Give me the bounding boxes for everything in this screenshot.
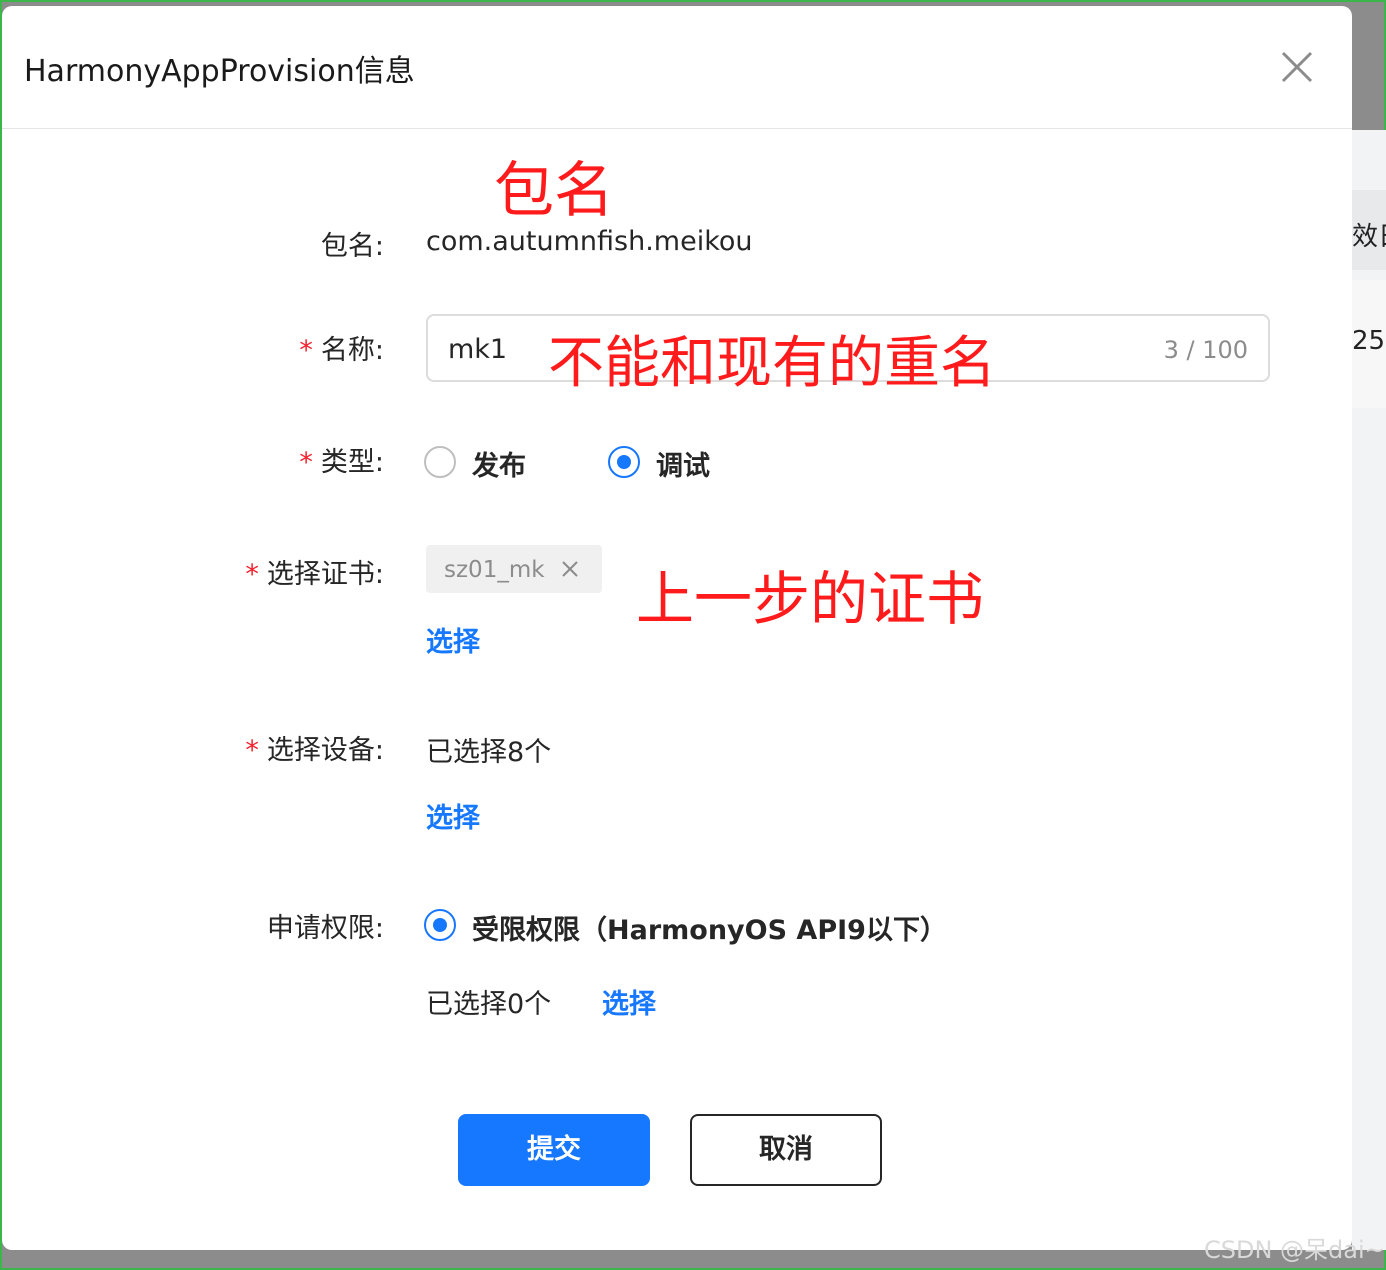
required-mark: * — [299, 447, 313, 478]
submit-button[interactable]: 提交 — [458, 1114, 650, 1186]
required-mark: * — [245, 735, 259, 766]
cancel-button[interactable]: 取消 — [690, 1114, 882, 1186]
required-mark: * — [299, 335, 313, 366]
remove-certificate-button[interactable] — [560, 559, 580, 579]
certificate-tag-text: sz01_mk — [444, 557, 545, 583]
watermark: CSDN @呆dai~ — [1204, 1236, 1385, 1264]
package-label: 包名: — [320, 231, 384, 262]
certificate-label: * 选择证书: — [245, 552, 384, 591]
close-icon — [1281, 51, 1313, 83]
radio-restricted-permission-label[interactable]: 受限权限（HarmonyOS API9以下） — [472, 908, 947, 947]
provision-dialog: HarmonyAppProvision信息 包名 包名: com.autumnf… — [2, 6, 1352, 1250]
name-input-value: mk1 — [448, 334, 508, 365]
dialog-title: HarmonyAppProvision信息 — [24, 54, 415, 89]
annotation-name: 不能和现有的重名 — [548, 331, 996, 396]
select-certificate-link[interactable]: 选择 — [426, 620, 480, 659]
package-value: com.autumnfish.meikou — [426, 226, 753, 257]
certificate-label-text: 选择证书: — [266, 559, 384, 590]
radio-debug[interactable] — [608, 446, 640, 478]
certificate-tag: sz01_mk — [426, 545, 602, 593]
permissions-label: 申请权限: — [266, 913, 384, 944]
background-text-bottom: 25- — [1352, 326, 1386, 356]
background-text-top: 效日 — [1352, 222, 1386, 252]
devices-label: * 选择设备: — [245, 728, 384, 767]
required-mark: * — [245, 559, 259, 590]
annotation-certificate: 上一步的证书 — [636, 565, 985, 633]
background-page: 效日 25- — [1352, 130, 1386, 1250]
radio-release-label[interactable]: 发布 — [472, 444, 526, 483]
radio-restricted-permission[interactable] — [424, 909, 456, 941]
select-devices-link[interactable]: 选择 — [426, 796, 480, 835]
close-button[interactable] — [1278, 48, 1316, 86]
radio-release[interactable] — [424, 446, 456, 478]
name-label: * 名称: — [299, 328, 384, 367]
select-permissions-link[interactable]: 选择 — [602, 982, 656, 1021]
name-char-count: 3 / 100 — [1163, 336, 1248, 364]
type-label-text: 类型: — [320, 447, 384, 478]
radio-debug-label[interactable]: 调试 — [656, 444, 710, 483]
type-label: * 类型: — [299, 440, 384, 479]
dialog-header: HarmonyAppProvision信息 — [2, 6, 1352, 129]
close-icon — [562, 561, 578, 577]
permissions-summary: 已选择0个 — [426, 989, 552, 1020]
annotation-package: 包名 — [494, 156, 614, 226]
devices-summary: 已选择8个 — [426, 737, 552, 768]
name-label-text: 名称: — [320, 335, 384, 366]
devices-label-text: 选择设备: — [266, 735, 384, 766]
